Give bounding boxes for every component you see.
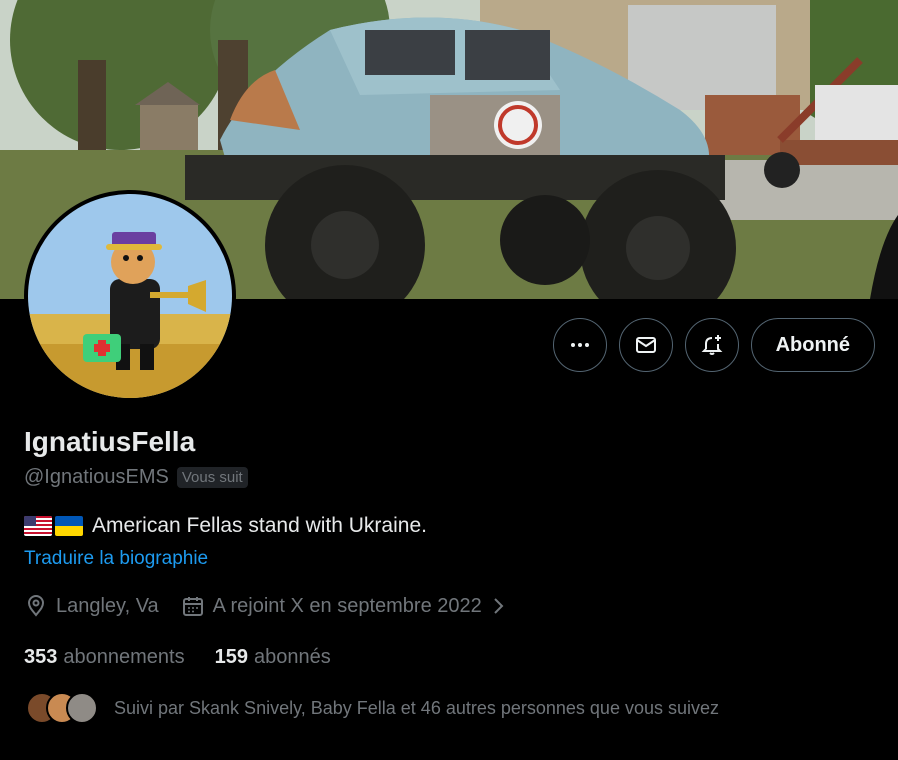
followed-by-link[interactable]: Suivi par Skank Snively, Baby Fella et 4… (26, 690, 719, 726)
profile-display-name: IgnatiusFella (24, 426, 196, 457)
location-text: Langley, Va (56, 594, 159, 617)
profile-bio: American Fellas stand with Ukraine. (24, 514, 427, 538)
calendar-icon (182, 597, 203, 616)
notify-button[interactable] (684, 318, 739, 372)
avatar (66, 692, 98, 724)
chevron-right-icon (494, 598, 504, 614)
followed-by-text: Suivi par Skank Snively, Baby Fella et 4… (114, 697, 719, 718)
us-flag-icon (24, 516, 52, 536)
join-date[interactable]: A rejoint X en septembre 2022 (181, 594, 510, 618)
bell-plus-icon (701, 335, 722, 355)
profile-stats: 353 abonnements 159 abonnés (24, 646, 331, 669)
mail-icon (635, 337, 656, 353)
more-icon (570, 343, 589, 347)
bio-text: American Fellas stand with Ukraine. (92, 514, 427, 537)
followers-count: 159 (214, 646, 248, 668)
following-count: 353 (24, 646, 58, 668)
followers-label: abonnés (253, 646, 331, 668)
message-button[interactable] (618, 318, 673, 372)
profile-handle: @IgnatiousEMS (24, 466, 169, 488)
profile-meta: Langley, Va A rejoint X en septembre 202… (24, 594, 510, 618)
location: Langley, Va (24, 594, 159, 618)
following-stat-link[interactable]: 353 abonnements (24, 646, 185, 669)
handle-row: @IgnatiousEMS Vous suit (24, 466, 248, 489)
following-label: abonnements (63, 646, 185, 668)
translate-bio-link[interactable]: Traduire la biographie (24, 548, 208, 570)
ukraine-flag-icon (55, 516, 83, 536)
follows-you-badge: Vous suit (176, 467, 248, 488)
location-pin-icon (27, 595, 45, 617)
followers-stat-link[interactable]: 159 abonnés (215, 646, 331, 669)
profile-actions: Abonné (552, 318, 875, 372)
following-button[interactable]: Abonné (750, 318, 875, 372)
join-date-text: A rejoint X en septembre 2022 (212, 594, 482, 617)
profile-avatar[interactable] (24, 190, 236, 402)
more-button[interactable] (552, 318, 607, 372)
followed-by-avatars (26, 690, 98, 726)
